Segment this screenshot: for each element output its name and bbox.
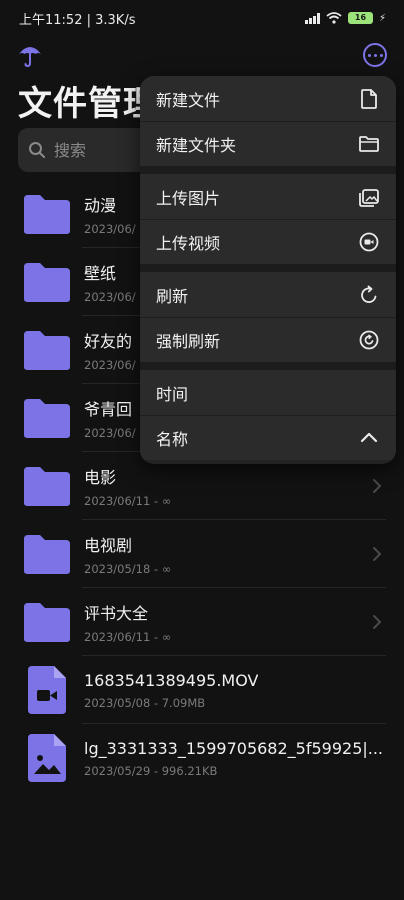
chevron-right-icon	[373, 479, 382, 493]
folder-icon	[24, 535, 70, 574]
chevron-right-icon	[373, 615, 382, 629]
file-date-size: 2023/05/08 - 7.09MB	[84, 695, 206, 710]
file-meta: 评书大全 2023/06/11 - ∞	[84, 600, 171, 644]
folder-icon	[24, 331, 70, 370]
status-time: 上午11:52	[19, 12, 83, 28]
folder-icon	[24, 263, 70, 302]
menu-label: 时间	[156, 384, 189, 404]
wifi-icon	[326, 12, 342, 24]
video-file-icon	[22, 666, 72, 714]
file-name: 1683541389495.MOV	[84, 670, 259, 690]
file-name: 电影	[84, 468, 117, 487]
file-date: 2023/06/11 - ∞	[84, 494, 172, 508]
file-date: 2023/05/18 - ∞	[84, 562, 172, 576]
file-date: 2023/06/	[84, 290, 136, 304]
menu-item-new-folder[interactable]: 新建文件夹	[140, 121, 396, 166]
folder-row[interactable]: 评书大全 2023/06/11 - ∞	[0, 588, 404, 656]
status-bar: 上午11:52 | 3.3K/s 16 ⚡	[0, 0, 404, 36]
folder-row[interactable]: 电视剧 2023/05/18 - ∞	[0, 520, 404, 588]
status-divider: |	[86, 12, 96, 28]
menu-item-sort-time[interactable]: 时间	[140, 370, 396, 415]
file-meta: 好友的 2023/06/	[84, 328, 136, 372]
file-date: 2023/06/	[84, 426, 136, 440]
menu-group-sort: 时间 名称	[140, 370, 396, 460]
file-name: 壁纸	[84, 264, 117, 283]
battery-icon: 16	[347, 12, 373, 24]
folder-outline-icon	[359, 135, 379, 152]
folder-icon	[24, 467, 70, 506]
menu-item-refresh[interactable]: 刷新	[140, 272, 396, 317]
force-refresh-icon	[359, 330, 379, 349]
umbrella-icon[interactable]	[17, 42, 43, 68]
status-right: 16 ⚡	[305, 12, 386, 24]
image-file-icon	[22, 734, 72, 782]
more-dot	[379, 53, 383, 57]
file-meta: 1683541389495.MOV 2023/05/08 - 7.09MB	[84, 671, 258, 710]
menu-separator	[140, 166, 396, 174]
video-file-row[interactable]: 1683541389495.MOV 2023/05/08 - 7.09MB	[0, 656, 404, 724]
more-dot	[367, 53, 371, 57]
file-meta: lg_3331333_1599705682_5f59925|... 2023/0…	[84, 739, 383, 778]
file-date: 2023/06/	[84, 222, 136, 236]
file-meta: 动漫 2023/06/	[84, 192, 136, 236]
more-options-button[interactable]	[363, 43, 387, 67]
menu-label: 新建文件	[156, 90, 221, 110]
search-icon	[29, 142, 45, 158]
file-name: 爷青回	[84, 400, 133, 419]
more-dot	[373, 53, 377, 57]
file-meta: 壁纸 2023/06/	[84, 260, 136, 304]
folder-icon	[24, 603, 70, 642]
status-left: 上午11:52 | 3.3K/s	[19, 9, 135, 28]
status-network-speed: 3.3K/s	[95, 12, 136, 28]
file-meta: 电影 2023/06/11 - ∞	[84, 464, 171, 508]
menu-group-refresh: 刷新 强制刷新	[140, 272, 396, 362]
menu-item-force-refresh[interactable]: 强制刷新	[140, 317, 396, 362]
menu-label: 上传图片	[156, 188, 221, 208]
menu-item-new-file[interactable]: 新建文件	[140, 76, 396, 121]
menu-label: 新建文件夹	[156, 135, 237, 155]
menu-separator	[140, 264, 396, 272]
chevron-right-icon	[373, 547, 382, 561]
file-date: 2023/06/	[84, 358, 136, 372]
menu-group-create: 新建文件 新建文件夹	[140, 76, 396, 166]
menu-item-upload-video[interactable]: 上传视频	[140, 219, 396, 264]
menu-label: 名称	[156, 429, 189, 449]
menu-label: 刷新	[156, 286, 189, 306]
page-title: 文件管理	[18, 84, 158, 124]
file-meta: 爷青回 2023/06/	[84, 396, 136, 440]
file-meta: 电视剧 2023/05/18 - ∞	[84, 532, 171, 576]
video-camera-icon	[359, 232, 379, 251]
image-gallery-icon	[359, 188, 379, 207]
menu-label: 强制刷新	[156, 331, 221, 351]
options-popup-menu: 新建文件 新建文件夹 上传图片 上传视频 刷新 强制刷新 时间 名称	[140, 76, 396, 464]
menu-separator	[140, 362, 396, 370]
file-name: 电视剧	[84, 536, 133, 555]
menu-group-upload: 上传图片 上传视频	[140, 174, 396, 264]
file-date-size: 2023/05/29 - 996.21KB	[84, 763, 218, 778]
chevron-up-icon	[360, 432, 378, 442]
file-name: 动漫	[84, 196, 117, 215]
refresh-icon	[361, 285, 377, 303]
folder-icon	[24, 399, 70, 438]
file-name: 评书大全	[84, 604, 149, 623]
folder-icon	[24, 195, 70, 234]
signal-icon	[305, 12, 320, 24]
menu-label: 上传视频	[156, 233, 221, 253]
file-name: lg_3331333_1599705682_5f59925|...	[84, 738, 384, 758]
charging-icon: ⚡	[378, 12, 386, 24]
image-file-row[interactable]: lg_3331333_1599705682_5f59925|... 2023/0…	[0, 724, 404, 792]
file-name: 好友的	[84, 332, 133, 351]
file-date: 2023/06/11 - ∞	[84, 630, 172, 644]
file-icon	[361, 88, 377, 109]
menu-item-upload-image[interactable]: 上传图片	[140, 174, 396, 219]
menu-item-sort-name[interactable]: 名称	[140, 415, 396, 460]
